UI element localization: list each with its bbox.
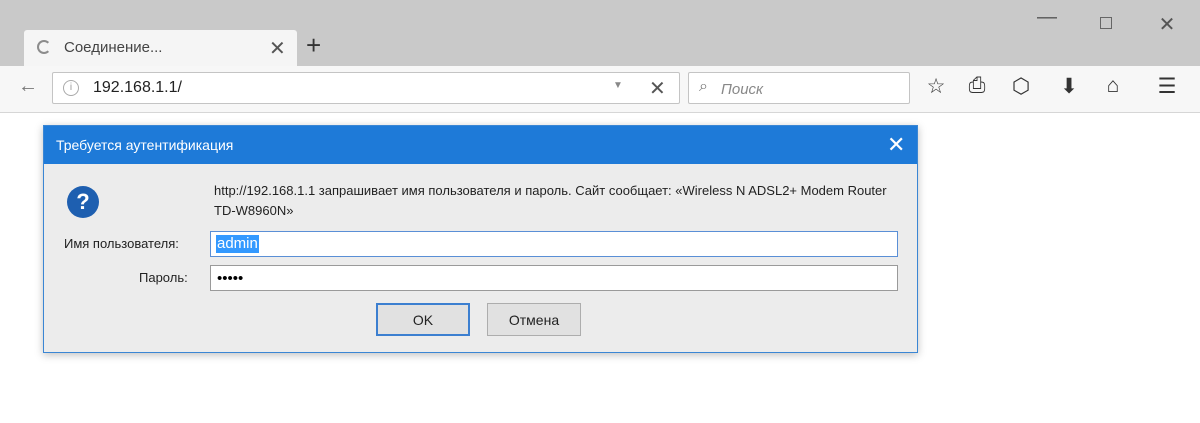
search-bar[interactable]: ⌕ [688,72,910,104]
dialog-message: http://192.168.1.1 запрашивает имя польз… [214,183,887,218]
username-value[interactable]: admin [216,235,259,253]
clipboard-icon[interactable]: ⎙ [962,74,992,98]
dropdown-icon[interactable]: ▼ [613,80,623,91]
cancel-button[interactable]: Отмена [487,303,581,336]
stop-loading-button[interactable]: ✕ [649,76,666,101]
menu-icon[interactable]: ☰ [1152,74,1182,99]
window-minimize-button[interactable]: — [1032,6,1062,29]
navigation-toolbar: ← i 192.168.1.1/ ▼ ✕ ⌕ ☆ ⎙ ⬡ ⬇ ⌂ ☰ [0,66,1200,113]
search-icon: ⌕ [699,78,708,95]
browser-tab[interactable]: Соединение... ✕ [24,30,297,66]
url-bar[interactable]: i 192.168.1.1/ ▼ ✕ [52,72,680,104]
password-input[interactable] [210,265,898,291]
home-icon[interactable]: ⌂ [1098,74,1128,98]
tab-strip: Соединение... ✕ + — ✕ [0,0,1200,66]
tab-title: Соединение... [64,39,163,56]
username-label: Имя пользователя: [64,236,179,251]
dialog-titlebar: Требуется аутентификация ✕ [44,126,917,164]
new-tab-button[interactable]: + [306,30,321,60]
username-input[interactable] [210,231,898,257]
loading-spinner-icon [37,40,51,54]
question-icon: ? [67,186,99,218]
authentication-dialog: Требуется аутентификация ✕ ? http://192.… [43,125,918,353]
dialog-title: Требуется аутентификация [56,137,234,153]
pocket-icon[interactable]: ⬡ [1006,74,1036,99]
star-icon[interactable]: ☆ [921,74,951,99]
back-arrow-icon[interactable]: ← [18,75,38,98]
window-close-button[interactable]: ✕ [1152,12,1182,37]
ok-button[interactable]: OK [376,303,470,336]
url-text[interactable]: 192.168.1.1/ [93,79,182,97]
download-icon[interactable]: ⬇ [1054,74,1084,99]
tab-close-icon[interactable]: ✕ [269,36,286,61]
search-input[interactable] [719,75,903,103]
window-maximize-button[interactable] [1100,17,1112,29]
password-label: Пароль: [139,270,188,285]
info-icon[interactable]: i [63,80,79,96]
dialog-close-icon[interactable]: ✕ [887,132,905,158]
